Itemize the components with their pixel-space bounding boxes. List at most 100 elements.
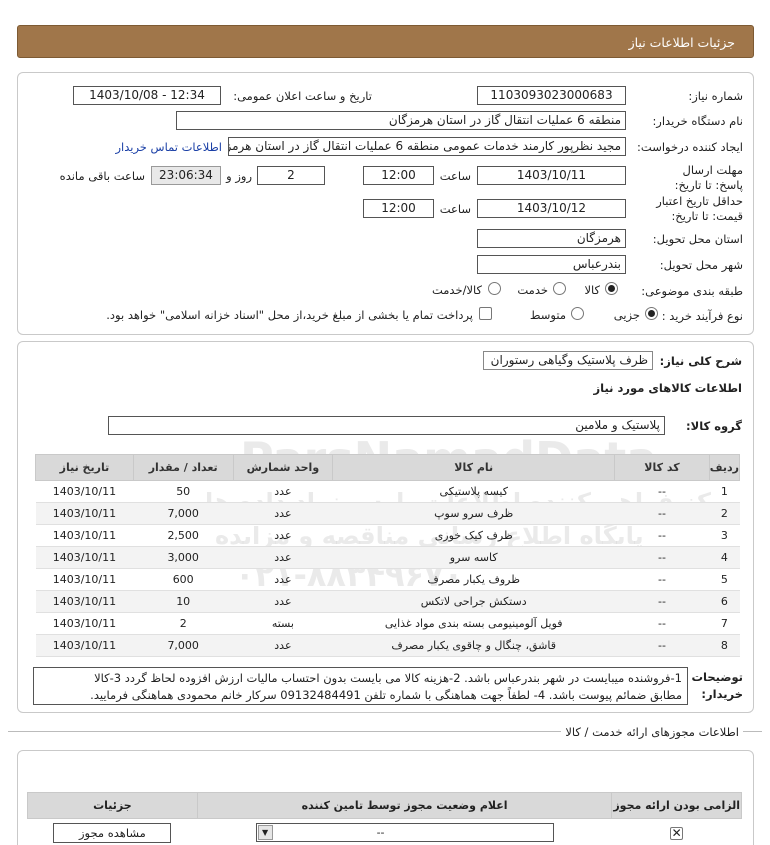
category-radio-goods[interactable]	[605, 282, 618, 295]
item-unit: عدد	[233, 568, 333, 591]
buyer-contact-link[interactable]: اطلاعات تماس خریدار	[115, 140, 222, 154]
item-quantity: 3,000	[133, 546, 234, 569]
col-unit: واحد شمارش	[232, 454, 334, 481]
col-row: ردیف	[708, 454, 741, 481]
purchase-radio-medium[interactable]	[571, 307, 584, 320]
summary-field: ظرف پلاستیک وگیاهی رستوران	[483, 351, 653, 370]
category-radio-service[interactable]	[553, 282, 566, 295]
purchase-minor-label: جزیی	[613, 308, 640, 322]
permits-title: اطلاعات مجوزهای ارائه خدمت / کالا	[561, 725, 743, 739]
item-need-date: 1403/10/11	[35, 524, 134, 547]
view-permit-button[interactable]: مشاهده مجوز	[53, 822, 172, 843]
goods-table-header: ردیف کد کالا نام کالا واحد شمارش تعداد /…	[35, 454, 741, 481]
table-row: 7 -- فویل آلومینیومی بسته بندی مواد غذایی ب…	[35, 612, 740, 635]
item-quantity: 2,500	[133, 524, 234, 547]
announce-label: تاریخ و ساعت اعلان عمومی:	[233, 89, 372, 103]
province-label: استان محل تحویل:	[652, 232, 743, 246]
item-name: ظرف سرو سوپ	[332, 502, 615, 525]
validity-label: حداقل تاریخ اعتبار قیمت: تا تاریخ:	[656, 194, 743, 223]
goods-group-label: گروه کالا:	[686, 419, 742, 433]
item-code: --	[614, 568, 710, 591]
item-unit: عدد	[233, 590, 333, 613]
item-code: --	[614, 524, 710, 547]
category-service-label: خدمت	[517, 283, 548, 297]
purchase-type-label: نوع فرآیند خرید :	[661, 309, 743, 323]
item-need-date: 1403/10/11	[35, 634, 134, 657]
purchase-medium-label: متوسط	[529, 308, 566, 322]
buyer-notes-line-2: مطابق ضمائم پیوست باشد. 4- لطفاً جهت هما…	[90, 688, 682, 702]
item-name: کیسه پلاستیکی	[332, 480, 615, 503]
page-header: جزئیات اطلاعات نیاز	[17, 25, 754, 58]
item-unit: عدد	[233, 634, 333, 657]
validity-date-field: 1403/10/12	[477, 199, 626, 218]
item-unit: عدد	[233, 546, 333, 569]
goods-info-title: اطلاعات کالاهای مورد نیاز	[593, 381, 742, 395]
table-row: 2 -- ظرف سرو سوپ عدد 7,000 1403/10/11	[35, 502, 740, 525]
item-name: دستکش جراحی لاتکس	[332, 590, 615, 613]
row-number: 4	[709, 546, 740, 569]
item-code: --	[614, 612, 710, 635]
item-unit: عدد	[233, 480, 333, 503]
purchase-radio-minor[interactable]	[645, 307, 658, 320]
item-need-date: 1403/10/11	[35, 480, 134, 503]
item-code: --	[614, 480, 710, 503]
item-need-date: 1403/10/11	[35, 502, 134, 525]
days-field: 2	[257, 166, 325, 185]
col-permit-details: جزئیات	[27, 792, 198, 819]
buyer-notes-label-1: توضیحات	[691, 670, 744, 684]
table-row: 1 -- کیسه پلاستیکی عدد 50 1403/10/11	[35, 480, 740, 503]
remaining-label: ساعت باقی مانده	[59, 169, 145, 183]
row-number: 1	[709, 480, 740, 503]
col-name: نام کالا	[332, 454, 616, 481]
city-field: بندرعباس	[477, 255, 626, 274]
col-date: تاریخ نیاز	[35, 454, 134, 481]
category-label: طبقه بندی موضوعی:	[641, 284, 743, 298]
item-name: ظرف کیک خوری	[332, 524, 615, 547]
validity-time-field: 12:00	[363, 199, 434, 218]
permit-status-select[interactable]: -- ▼	[255, 823, 554, 843]
item-quantity: 7,000	[133, 502, 234, 525]
chevron-down-icon: ▼	[257, 825, 273, 841]
item-unit: عدد	[233, 502, 333, 525]
item-name: کاسه سرو	[332, 546, 615, 569]
item-need-date: 1403/10/11	[35, 546, 134, 569]
province-field: هرمزگان	[477, 229, 626, 248]
row-number: 2	[709, 502, 740, 525]
goods-table: ردیف کد کالا نام کالا واحد شمارش تعداد /…	[35, 454, 741, 657]
item-code: --	[614, 502, 710, 525]
permit-status-value: --	[376, 826, 385, 840]
category-radio-goods-service[interactable]	[488, 282, 501, 295]
row-number: 7	[709, 612, 740, 635]
col-permit-status: اعلام وضعیت مجوز توسط تامین کننده	[196, 792, 613, 819]
col-code: کد کالا	[614, 454, 710, 481]
remaining-time-field: 23:06:34	[151, 166, 221, 185]
item-code: --	[614, 590, 710, 613]
reply-time-field: 12:00	[363, 166, 434, 185]
permit-required-checkbox[interactable]: ✕	[670, 826, 684, 840]
item-quantity: 50	[133, 480, 234, 503]
need-number-field: 1103093023000683	[477, 86, 626, 105]
category-goods-label: کالا	[584, 283, 600, 297]
treasury-checkbox[interactable]	[479, 307, 492, 320]
permit-row: ✕ -- ▼ مشاهده مجوز	[28, 819, 742, 845]
row-number: 3	[709, 524, 740, 547]
item-need-date: 1403/10/11	[35, 612, 134, 635]
creator-label: ایجاد کننده درخواست:	[637, 140, 743, 154]
item-name: ظروف یکبار مصرف	[332, 568, 615, 591]
days-label: روز و	[226, 169, 252, 183]
item-name: فویل آلومینیومی بسته بندی مواد غذایی	[332, 612, 615, 635]
buyer-notes-box: 1-فروشنده میبایست در شهر بندرعباس باشد. …	[33, 667, 688, 705]
treasury-note: پرداخت تمام یا بخشی از مبلغ خرید،از محل …	[106, 308, 473, 322]
table-row: 5 -- ظروف یکبار مصرف عدد 600 1403/10/11	[35, 568, 740, 591]
item-quantity: 2	[133, 612, 234, 635]
city-label: شهر محل تحویل:	[659, 258, 743, 272]
col-permit-required: الزامی بودن ارائه مجوز	[611, 792, 742, 819]
reply-date-field: 1403/10/11	[477, 166, 626, 185]
category-goods-service-label: کالا/خدمت	[431, 283, 482, 297]
row-number: 6	[709, 590, 740, 613]
item-quantity: 7,000	[133, 634, 234, 657]
col-qty: تعداد / مقدار	[132, 454, 234, 481]
item-need-date: 1403/10/11	[35, 568, 134, 591]
reply-deadline-label: مهلت ارسال پاسخ: تا تاریخ:	[674, 163, 743, 192]
table-row: 3 -- ظرف کیک خوری عدد 2,500 1403/10/11	[35, 524, 740, 547]
